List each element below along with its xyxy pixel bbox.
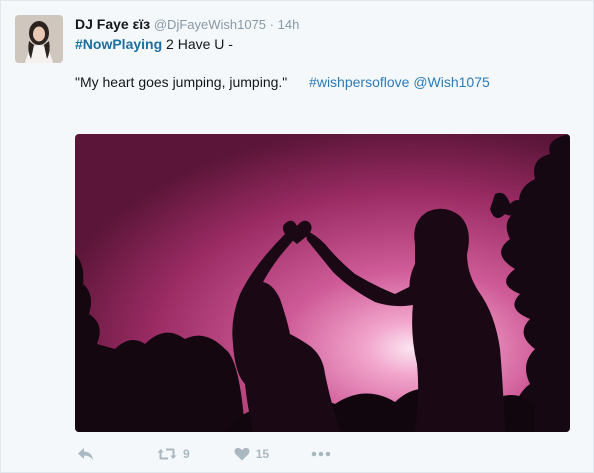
- tweet-card[interactable]: DJ Faye εïз @DjFayeWish1075 · 14h #NowPl…: [0, 0, 594, 473]
- more-icon: [311, 451, 331, 457]
- tweet-header: DJ Faye εïз @DjFayeWish1075 · 14h: [75, 16, 299, 32]
- like-count: 15: [255, 447, 270, 461]
- timestamp[interactable]: 14h: [278, 17, 300, 32]
- avatar[interactable]: [15, 15, 63, 63]
- display-name[interactable]: DJ Faye εïз: [75, 16, 154, 32]
- tweet-actions: 9 15: [75, 445, 331, 463]
- tweet-text-line-2: "My heart goes jumping, jumping." #wishp…: [75, 74, 490, 90]
- tweet-text-line-1: #NowPlaying 2 Have U -: [75, 36, 233, 52]
- heart-icon: [234, 447, 250, 461]
- reply-icon: [78, 448, 93, 460]
- retweet-button[interactable]: 9: [157, 447, 190, 461]
- retweet-icon: [157, 448, 177, 460]
- separator: ·: [266, 17, 278, 32]
- quote-text: "My heart goes jumping, jumping.": [75, 74, 288, 90]
- song-text: 2 Have U -: [162, 36, 233, 52]
- more-button[interactable]: [311, 451, 331, 457]
- photo-silhouettes: [75, 134, 570, 432]
- retweet-count: 9: [183, 447, 190, 461]
- avatar-image: [15, 15, 63, 63]
- hashtag-wish-link[interactable]: #wishpersoflove: [309, 74, 409, 90]
- like-button[interactable]: 15: [234, 447, 269, 461]
- mention-link[interactable]: @Wish1075: [413, 74, 489, 90]
- hashtag-nowplaying-link[interactable]: #NowPlaying: [75, 36, 162, 52]
- reply-button[interactable]: [77, 447, 95, 461]
- tweet-photo[interactable]: [75, 134, 570, 432]
- screen-name[interactable]: @DjFayeWish1075: [154, 17, 266, 32]
